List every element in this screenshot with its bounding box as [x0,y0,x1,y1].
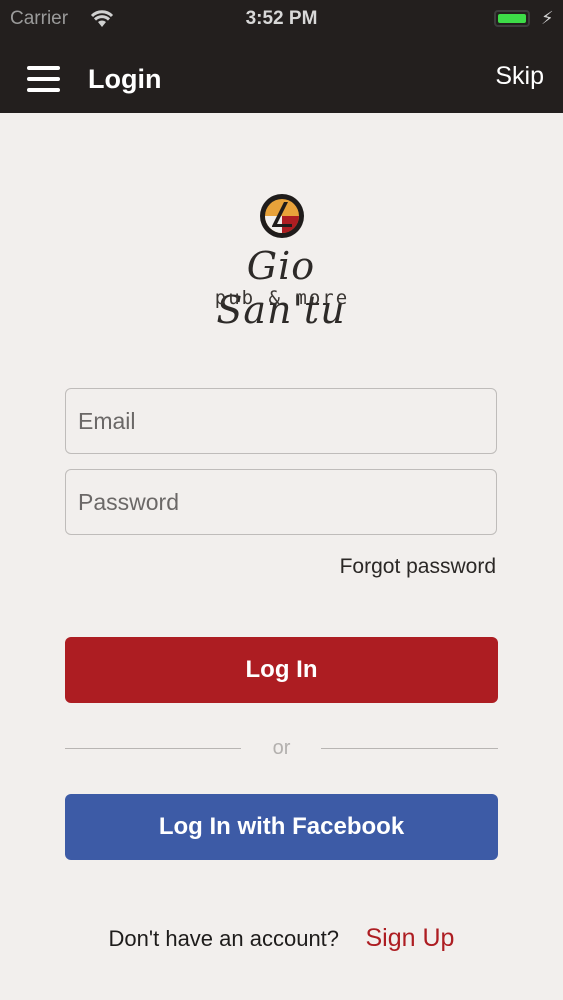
logo-emblem-icon [260,194,304,238]
signup-link[interactable]: Sign Up [365,924,454,952]
email-input[interactable] [66,389,496,453]
password-field[interactable] [65,469,497,535]
battery-icon [494,10,530,27]
status-bar: Carrier 3:52 PM ⚡ [0,0,563,38]
page-title: Login [88,64,162,94]
signup-row: Don't have an account? Sign Up [0,924,563,953]
nav-bar: Login Skip [0,38,563,113]
brand-logo: Gio San'tu pub & more [177,148,385,356]
skip-button[interactable]: Skip [495,62,544,91]
forgot-password-link[interactable]: Forgot password [340,555,496,579]
no-account-text: Don't have an account? [108,926,340,951]
email-field[interactable] [65,388,497,454]
clock-time: 3:52 PM [245,8,318,29]
password-input[interactable] [66,470,496,534]
facebook-login-button[interactable]: Log In with Facebook [65,794,498,860]
logo-tagline: pub & more [214,287,350,309]
charging-icon: ⚡ [541,8,554,28]
divider-right [321,748,498,749]
hamburger-icon[interactable] [27,66,60,92]
login-button[interactable]: Log In [65,637,498,703]
